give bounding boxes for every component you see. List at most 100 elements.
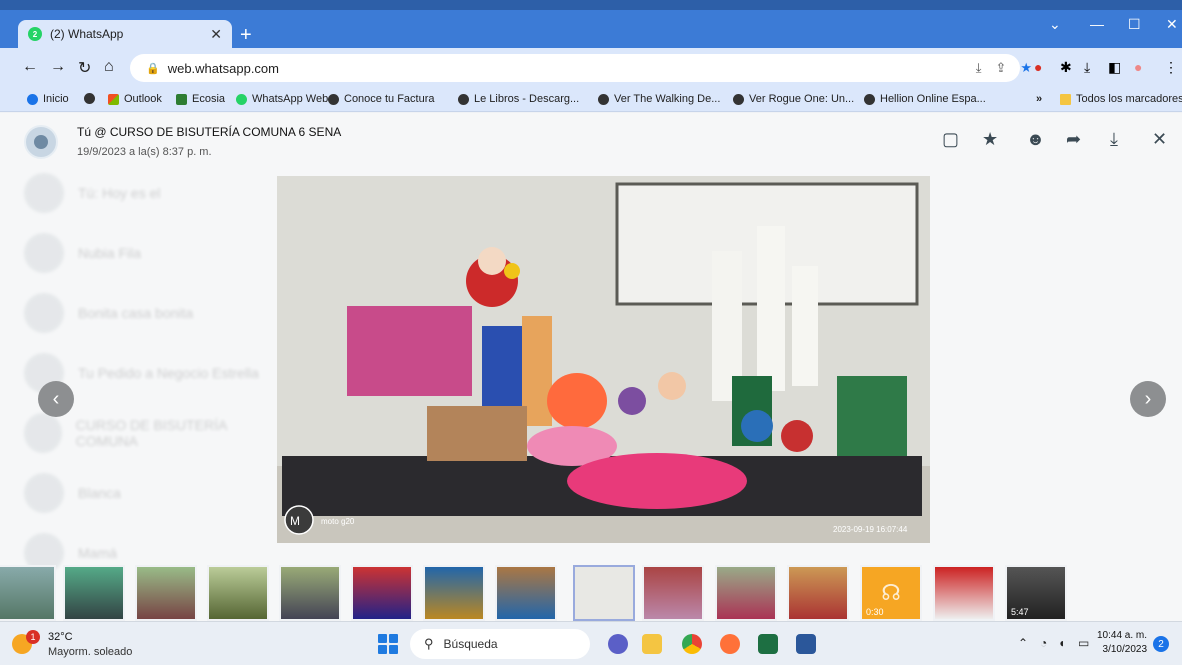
adblock-extension-icon[interactable]: ● (1034, 59, 1042, 75)
microsoft-icon (108, 93, 119, 105)
forward-icon[interactable]: ➦ (1066, 129, 1081, 150)
photo-datestamp: 2023-09-19 16:07:44 (833, 525, 908, 534)
side-panel-icon[interactable]: ◧ (1108, 59, 1121, 76)
install-app-icon[interactable]: ⤓ (976, 60, 982, 76)
downloads-icon[interactable]: ⤓ (1084, 59, 1090, 76)
media-thumbnail[interactable] (933, 565, 995, 621)
battery-icon[interactable]: ▭ (1078, 636, 1089, 650)
weather-temperature: 32°C (48, 631, 73, 643)
media-thumbnail[interactable] (135, 565, 197, 621)
download-icon[interactable]: ⤓ (1110, 129, 1118, 150)
avatar (24, 293, 64, 333)
minimize-button[interactable]: — (1090, 16, 1104, 32)
video-thumbnail[interactable]: 5:47 (1005, 565, 1067, 621)
word-icon[interactable] (796, 634, 816, 654)
browser-toolbar: ← → ↻ ⌂ 🔒 web.whatsapp.com ⤓ ⇪ ★ ● ✱ ⤓ ◧… (0, 48, 1182, 88)
sender-name: Tú @ CURSO DE BISUTERÍA COMUNA 6 SENA (77, 125, 342, 139)
go-to-message-icon[interactable]: ▢ (942, 129, 959, 150)
lock-icon[interactable]: 🔒 (146, 62, 160, 75)
menu-icon[interactable]: ⋮ (1164, 59, 1178, 76)
message-timestamp: 19/9/2023 a la(s) 8:37 p. m. (77, 146, 212, 158)
media-thumbnail[interactable] (351, 565, 413, 621)
media-thumbnail[interactable] (207, 565, 269, 621)
photo-camera-caption: moto g20 (321, 517, 355, 526)
file-explorer-icon[interactable] (642, 634, 662, 654)
chrome-icon[interactable] (682, 634, 702, 654)
media-thumbnail[interactable] (63, 565, 125, 621)
volume-icon[interactable]: ◖ (1058, 636, 1065, 650)
bookmark-whatsapp-web[interactable]: WhatsApp Web (236, 93, 328, 105)
new-tab-button[interactable]: + (240, 24, 252, 47)
group-avatar[interactable] (24, 125, 58, 159)
react-emoji-icon[interactable]: ☻ (1026, 129, 1045, 150)
notification-badge[interactable]: 2 (1153, 636, 1169, 652)
firefox-icon[interactable] (720, 634, 740, 654)
excel-icon[interactable] (758, 634, 778, 654)
teams-chat-icon[interactable] (608, 634, 628, 654)
forward-icon[interactable]: → (50, 58, 66, 76)
media-thumbnail[interactable] (423, 565, 485, 621)
start-button[interactable] (378, 634, 398, 654)
profile-avatar[interactable]: ● (1134, 59, 1142, 75)
bookmark-hellion[interactable]: Hellion Online Espa... (864, 93, 986, 105)
bookmark-unnamed[interactable] (84, 93, 100, 104)
wifi-icon[interactable]: ◔ (1040, 636, 1047, 650)
headphones-icon: ☊ (881, 580, 901, 605)
tray-overflow-icon[interactable]: ⌃ (1018, 636, 1028, 650)
media-thumbnail[interactable] (279, 565, 341, 621)
media-thumbnail[interactable] (495, 565, 557, 621)
media-thumbnail[interactable] (715, 565, 777, 621)
folder-icon (1060, 93, 1071, 105)
bookmark-le-libros[interactable]: Le Libros - Descarg... (458, 93, 579, 105)
next-media-button[interactable]: › (1130, 381, 1166, 417)
media-thumbnail[interactable] (787, 565, 849, 621)
bookmark-conoce-factura[interactable]: Conoce tu Factura (328, 93, 435, 105)
audio-duration: 0:30 (866, 607, 884, 617)
media-thumbnail[interactable] (642, 565, 704, 621)
reload-icon[interactable]: ↻ (78, 58, 91, 78)
list-item: Nubia Fila (0, 223, 280, 283)
globe-icon (84, 93, 95, 104)
tab-whatsapp[interactable]: 2 (2) WhatsApp ✕ (18, 20, 232, 48)
media-thumbnail[interactable] (0, 565, 56, 621)
extensions-icon[interactable]: ✱ (1060, 59, 1072, 76)
bookmarks-bar: Inicio Outlook Ecosia WhatsApp Web Conoc… (0, 88, 1182, 112)
bookmark-outlook[interactable]: Outlook (108, 93, 162, 105)
audio-thumbnail[interactable]: ☊ 0:30 (860, 565, 922, 621)
avatar (24, 413, 62, 453)
maximize-button[interactable]: ☐ (1128, 16, 1141, 33)
system-clock[interactable]: 10:44 a. m. 3/10/2023 (1097, 629, 1147, 657)
omnibox-actions: ⤓ ⇪ ★ (976, 60, 1032, 76)
close-viewer-icon[interactable]: ✕ (1152, 129, 1167, 150)
avatar (24, 173, 64, 213)
media-viewer: Tú: Hoy es el Nubia Fila Bonita casa bon… (0, 113, 1182, 621)
bookmark-ecosia[interactable]: Ecosia (176, 93, 225, 105)
media-thumbnail-current[interactable] (573, 565, 635, 621)
tab-title: (2) WhatsApp (50, 27, 124, 41)
photo-content: M moto g20 2023-09-19 16:07:44 (277, 176, 930, 543)
all-bookmarks-folder[interactable]: Todos los marcadores (1060, 93, 1182, 105)
chat-list-background: Tú: Hoy es el Nubia Fila Bonita casa bon… (0, 163, 280, 583)
search-icon: ⚲ (424, 636, 434, 651)
back-icon[interactable]: ← (22, 58, 38, 76)
address-bar[interactable]: 🔒 web.whatsapp.com (130, 54, 1020, 82)
bookmark-walking-dead[interactable]: Ver The Walking De... (598, 93, 720, 105)
close-window-button[interactable]: ✕ (1166, 16, 1178, 33)
viewer-header: Tú @ CURSO DE BISUTERÍA COMUNA 6 SENA 19… (0, 113, 1182, 169)
weather-condition: Mayorm. soleado (48, 646, 133, 658)
list-item: CURSO DE BISUTERÍA COMUNA (0, 403, 280, 463)
weather-badge: 1 (26, 630, 40, 644)
share-icon[interactable]: ⇪ (995, 60, 1006, 76)
bookmark-rogue-one[interactable]: Ver Rogue One: Un... (733, 93, 854, 105)
bookmark-inicio[interactable]: Inicio (27, 93, 69, 105)
home-icon[interactable]: ⌂ (104, 58, 114, 76)
bookmarks-overflow-button[interactable]: » (1036, 93, 1042, 105)
taskbar-search[interactable]: ⚲ Búsqueda (410, 629, 590, 659)
previous-media-button[interactable]: ‹ (38, 381, 74, 417)
tab-search-icon[interactable]: ⌄ (1049, 16, 1061, 33)
ecosia-icon (176, 93, 187, 105)
bookmark-star-icon[interactable]: ★ (1020, 60, 1032, 76)
clock-time: 10:44 a. m. (1097, 630, 1148, 641)
star-icon[interactable]: ★ (982, 129, 998, 150)
close-tab-icon[interactable]: ✕ (210, 26, 222, 43)
